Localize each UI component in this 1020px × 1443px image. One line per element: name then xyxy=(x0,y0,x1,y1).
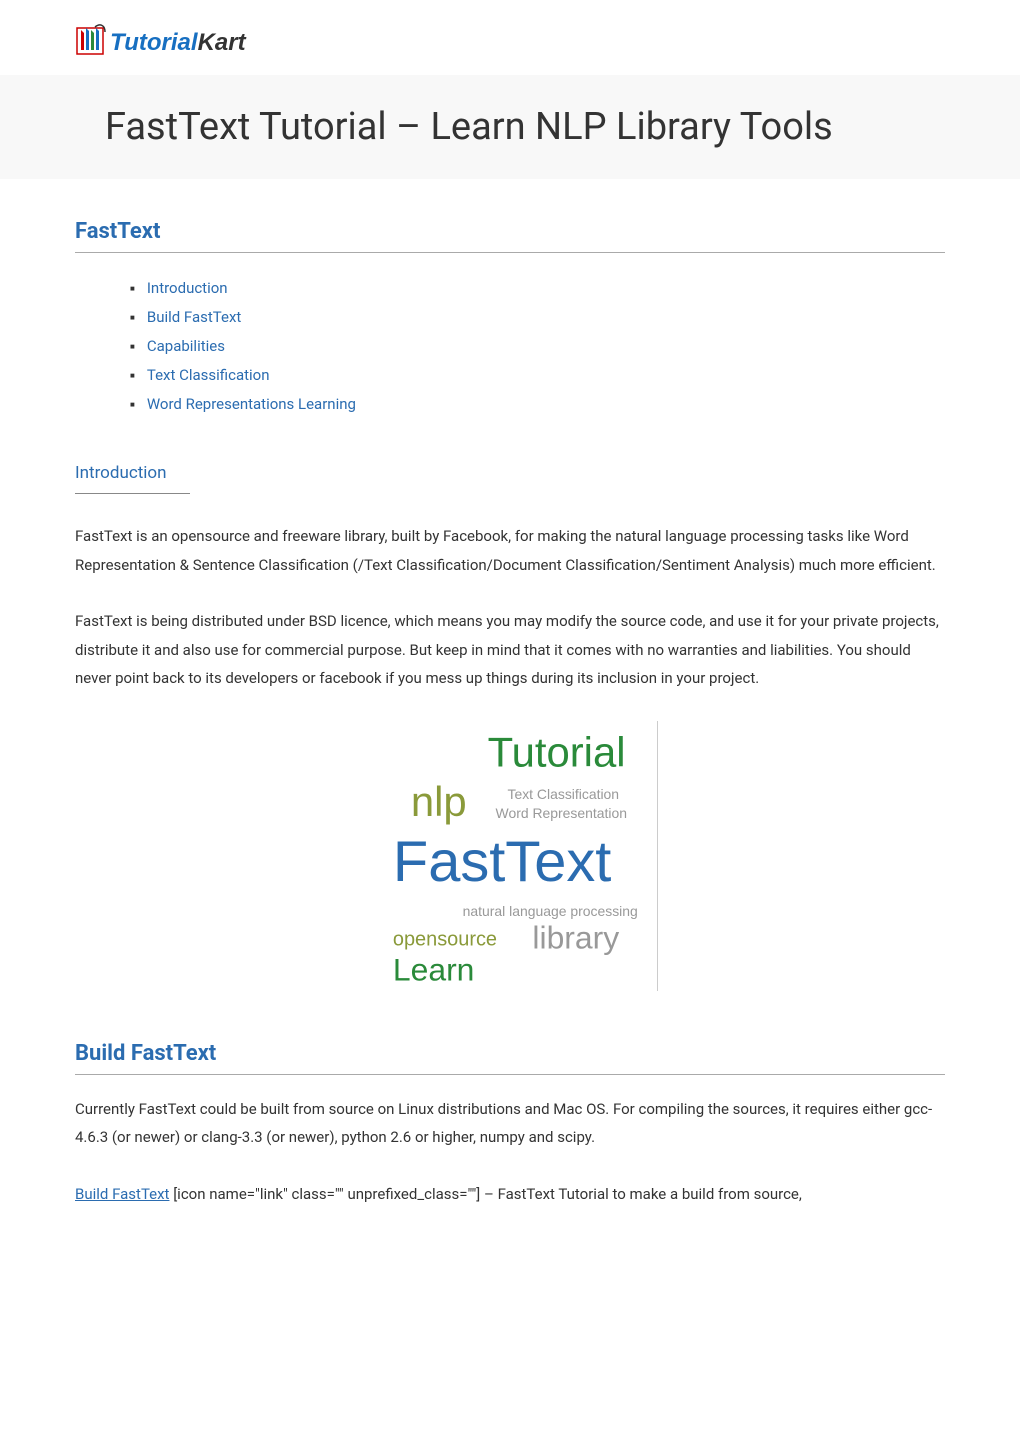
toc-link-word-representations[interactable]: Word Representations Learning xyxy=(147,395,356,413)
toc-item: Capabilities xyxy=(130,331,945,360)
wordcloud-nlp: nlp xyxy=(410,778,466,825)
section-divider xyxy=(75,1074,945,1075)
tutorialkart-logo[interactable]: TutorialKart xyxy=(75,20,285,60)
wordcloud-image: Tutorial nlp Text Classification Word Re… xyxy=(363,721,658,991)
table-of-contents: Introduction Build FastText Capabilities… xyxy=(75,273,945,418)
main-content: FastText Introduction Build FastText Cap… xyxy=(0,179,1020,1208)
section-heading-introduction: Introduction xyxy=(75,463,167,487)
wordcloud-opensource: opensource xyxy=(392,928,496,950)
toc-link-text-classification[interactable]: Text Classification xyxy=(147,366,270,384)
wordcloud-library: library xyxy=(532,919,619,955)
wordcloud-text-classification: Text Classification xyxy=(507,786,619,802)
wordcloud-learn: Learn xyxy=(392,951,474,987)
build-paragraph-1: Currently FastText could be built from s… xyxy=(75,1095,945,1152)
wordcloud-nlp-text: natural language processing xyxy=(462,902,637,918)
svg-text:TutorialKart: TutorialKart xyxy=(110,29,247,56)
wordcloud-tutorial: Tutorial xyxy=(487,728,625,775)
toc-item: Build FastText xyxy=(130,302,945,331)
toc-link-capabilities[interactable]: Capabilities xyxy=(147,337,225,355)
title-section: FastText Tutorial – Learn NLP Library To… xyxy=(0,75,1020,179)
wordcloud-fasttext: FastText xyxy=(392,829,610,893)
logo-container: TutorialKart xyxy=(0,0,1020,75)
intro-paragraph-1: FastText is an opensource and freeware l… xyxy=(75,522,945,579)
logo-book-icon xyxy=(77,25,105,54)
section-divider-small xyxy=(75,493,190,494)
toc-item: Word Representations Learning xyxy=(130,389,945,418)
logo-text-tutorial: Tutorial xyxy=(110,29,199,56)
build-paragraph-2-rest: [icon name="link" class="" unprefixed_cl… xyxy=(169,1185,801,1203)
wordcloud-word-representation: Word Representation xyxy=(495,805,626,821)
section-divider xyxy=(75,252,945,253)
section-heading-fasttext: FastText xyxy=(75,219,945,244)
intro-paragraph-2: FastText is being distributed under BSD … xyxy=(75,607,945,693)
logo-text-kart: Kart xyxy=(198,29,247,56)
section-heading-build-fasttext: Build FastText xyxy=(75,1041,945,1066)
build-fasttext-link[interactable]: Build FastText xyxy=(75,1185,169,1203)
toc-item: Introduction xyxy=(130,273,945,302)
page-title: FastText Tutorial – Learn NLP Library To… xyxy=(105,105,1020,149)
toc-item: Text Classification xyxy=(130,360,945,389)
build-paragraph-2: Build FastText [icon name="link" class="… xyxy=(75,1180,945,1209)
toc-link-build-fasttext[interactable]: Build FastText xyxy=(147,308,241,326)
toc-link-introduction[interactable]: Introduction xyxy=(147,279,228,297)
